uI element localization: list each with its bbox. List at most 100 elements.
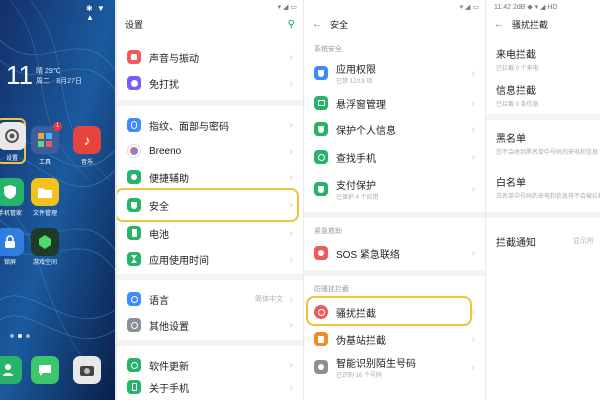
settings-item-about[interactable]: 关于手机 › [117, 374, 303, 400]
security-screen: ▾ ◢ ▭ ← 安全 系统安全 应用权限 已禁 12/19 项 › 悬浮窗管理 ›… [304, 0, 485, 400]
security-item-floating-window[interactable]: 悬浮窗管理 › [304, 90, 485, 116]
update-icon [127, 358, 141, 372]
section-header: 紧急救助 [314, 228, 342, 235]
chevron-right-icon: › [471, 67, 475, 79]
app-label-music: 音乐 [80, 160, 93, 166]
block-item-blacklist[interactable]: 黑名单 您不会收到黑名单中号码的来电和信息 [486, 130, 600, 156]
notification-value: 显示所 [573, 238, 594, 245]
chevron-right-icon: › [471, 151, 475, 163]
gear-icon [5, 129, 19, 143]
settings-screen: ▾ ◢ ▭ 设置 ⚲ 声音与振动 › 免打扰 › 指纹、面部与密码 › Bree… [117, 0, 303, 400]
shield-icon [314, 66, 328, 80]
shield-icon [314, 182, 328, 196]
divider [486, 212, 600, 218]
window-icon [314, 96, 328, 110]
security-item-app-permissions[interactable]: 应用权限 已禁 12/19 项 › [304, 58, 485, 88]
divider [117, 100, 303, 106]
security-item-unknown-number[interactable]: 智能识别陌生号码 已识别 16 个号码 › [304, 352, 485, 382]
divider [117, 340, 303, 346]
settings-item-label: 声音与振动 [149, 53, 199, 65]
chevron-right-icon: › [289, 359, 293, 371]
block-item-sub: 已拦截 0 个来电 [496, 66, 539, 72]
chevron-right-icon: › [289, 77, 293, 89]
music-app-icon[interactable]: ♪ [73, 126, 101, 154]
divider [304, 270, 485, 276]
gear-icon [127, 318, 141, 332]
search-icon[interactable]: ⚲ [288, 19, 295, 30]
phone-manager-app-icon[interactable] [0, 178, 24, 206]
status-bar: ▾ ◢ ▭ [304, 0, 485, 14]
phone-app-icon[interactable] [0, 356, 22, 384]
messages-app-icon[interactable] [31, 356, 59, 384]
divider [117, 274, 303, 280]
file-manager-app-icon[interactable] [31, 178, 59, 206]
security-item-find-phone[interactable]: 查找手机 › [304, 144, 485, 170]
highlight-frame [306, 296, 472, 326]
chevron-right-icon: › [289, 171, 293, 183]
security-item-fake-base-station[interactable]: 伪基站拦截 › [304, 326, 485, 352]
clock-time: 11 [6, 60, 33, 90]
block-item-message[interactable]: 信息拦截 已拦截 0 条信息 [486, 82, 600, 108]
back-arrow-icon[interactable]: ← [312, 19, 322, 30]
block-item-label: 来电拦截 [496, 50, 536, 61]
settings-item-label: 软件更新 [149, 361, 189, 373]
status-icons: ▾ ◢ ▭ [277, 4, 297, 11]
settings-item-app-usage[interactable]: 应用使用时间 › [117, 246, 303, 272]
divider [304, 212, 485, 218]
chevron-right-icon: › [289, 145, 293, 157]
grid-icon [38, 133, 52, 147]
settings-item-sound[interactable]: 声音与振动 › [117, 44, 303, 70]
block-item-label: 白名单 [496, 178, 526, 189]
security-item-label: 查找手机 [336, 153, 376, 165]
hand-icon [127, 170, 141, 184]
chevron-right-icon: › [289, 119, 293, 131]
settings-item-label: 电池 [149, 229, 169, 241]
block-item-notification[interactable]: 拦截通知 显示所 [486, 234, 600, 249]
app-label-tools: 工具 [38, 160, 51, 166]
settings-item-breeno[interactable]: Breeno › [117, 138, 303, 164]
divider [486, 114, 600, 120]
status-bar: ✱ ▼ ▲ [86, 4, 106, 22]
block-item-sub: 白名单中号码的来电和信息将不会被拦截 [496, 194, 600, 200]
settings-item-label: 免打扰 [149, 79, 179, 91]
settings-item-accessibility[interactable]: 便捷辅助 › [117, 164, 303, 190]
settings-item-fingerprint[interactable]: 指纹、面部与密码 › [117, 112, 303, 138]
settings-item-battery[interactable]: 电池 › [117, 220, 303, 246]
camera-icon [80, 366, 94, 376]
block-item-call[interactable]: 来电拦截 已拦截 0 个来电 [486, 46, 600, 72]
camera-app-icon[interactable] [73, 356, 101, 384]
settings-header: 设置 ⚲ [117, 14, 303, 34]
block-item-whitelist[interactable]: 白名单 白名单中号码的来电和信息将不会被拦截 [486, 174, 600, 200]
game-space-app-icon[interactable] [31, 228, 59, 256]
block-item-sub: 您不会收到黑名单中号码的来电和信息 [496, 150, 599, 156]
settings-item-label: 指纹、面部与密码 [149, 121, 229, 133]
settings-item-label: 其他设置 [149, 321, 189, 333]
block-item-label: 黑名单 [496, 134, 526, 145]
security-item-payment-protection[interactable]: 支付保护 已保护 4 个应用 › [304, 174, 485, 204]
settings-item-language[interactable]: 语言 简体中文 › [117, 286, 303, 312]
locate-icon [314, 150, 328, 164]
settings-app-icon[interactable] [0, 122, 26, 150]
security-item-sub: 已识别 16 个号码 [336, 373, 383, 379]
security-item-label: 支付保护 [336, 181, 376, 192]
person-icon [314, 360, 328, 374]
back-arrow-icon[interactable]: ← [494, 19, 504, 30]
settings-item-other[interactable]: 其他设置 › [117, 312, 303, 338]
settings-item-dnd[interactable]: 免打扰 › [117, 70, 303, 96]
security-item-privacy[interactable]: 保护个人信息 › [304, 116, 485, 142]
fingerprint-icon [127, 118, 141, 132]
security-item-sos[interactable]: SOS 紧急联络 › [304, 240, 485, 266]
app-label-game-space: 游戏空间 [32, 260, 57, 266]
block-header: ← 骚扰拦截 [486, 14, 600, 34]
security-header: ← 安全 [304, 14, 485, 34]
chevron-right-icon: › [471, 183, 475, 195]
chevron-right-icon: › [471, 333, 475, 345]
security-item-label: 保护个人信息 [336, 125, 396, 137]
weather-text: 晴 29℃ [36, 68, 61, 75]
lockscreen-app-icon[interactable] [0, 228, 24, 256]
section-header: 系统安全 [314, 46, 342, 53]
harassment-block-screen: 11:42 2dB ◆ ▾ ◢ HD ← 骚扰拦截 来电拦截 已拦截 0 个来电… [486, 0, 600, 400]
phone-icon [127, 380, 141, 394]
page-indicator [10, 334, 30, 338]
page-title: 安全 [330, 19, 349, 30]
